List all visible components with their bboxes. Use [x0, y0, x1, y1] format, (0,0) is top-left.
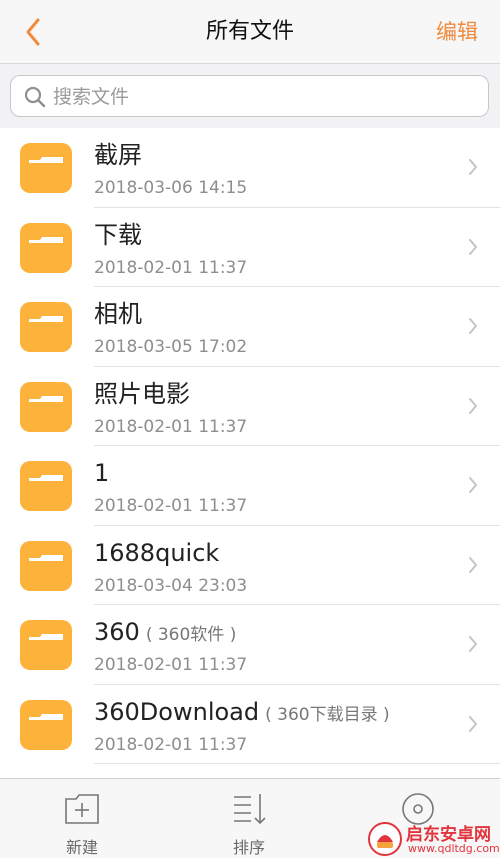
- file-date: 2018-03-06 14:15: [94, 178, 248, 198]
- folder-icon: [20, 461, 72, 511]
- file-row[interactable]: 相机 2018-03-05 17:02: [0, 287, 500, 367]
- sort-label: 排序: [232, 838, 265, 857]
- file-row[interactable]: 360Download( 360下载目录 ) 2018-02-01 11:37: [0, 685, 500, 764]
- folder-icon: [20, 699, 72, 750]
- file-list: 截屏 2018-03-06 14:15 下载 2018-02-01 11:37 相机 20…: [0, 128, 500, 778]
- file-date: 2018-02-01 11:37: [94, 416, 248, 437]
- sort-icon: [234, 794, 266, 825]
- chevron-right-icon: [469, 318, 477, 334]
- chevron-right-icon: [469, 397, 477, 414]
- chevron-right-icon: [469, 556, 477, 573]
- new-folder-icon: [65, 794, 99, 824]
- file-row[interactable]: 360( 360软件 ) 2018-02-01 11:37: [0, 605, 500, 685]
- new-folder-label: 新建: [65, 838, 98, 857]
- folder-icon: [20, 620, 72, 670]
- search-icon: [24, 86, 46, 108]
- folder-icon: [20, 143, 72, 193]
- search-placeholder: 搜索文件: [53, 86, 130, 108]
- search-bar: 搜索文件: [0, 64, 500, 128]
- file-name: 照片电影: [94, 379, 190, 408]
- file-name: 相机: [94, 300, 142, 328]
- file-row-partial[interactable]: [0, 764, 500, 778]
- watermark: 启东安卓网 www.qdltdg.com: [368, 818, 500, 858]
- file-name: 1688quick: [94, 538, 220, 567]
- navigation-bar: 所有文件 编辑: [0, 0, 500, 64]
- file-name: 360: [94, 618, 140, 646]
- file-date: 2018-02-01 11:37: [94, 496, 248, 516]
- page-title: 所有文件: [205, 19, 294, 44]
- file-date: 2018-02-01 11:37: [94, 734, 248, 755]
- watermark-logo-icon: [368, 822, 402, 856]
- folder-icon: [20, 381, 72, 432]
- search-input[interactable]: 搜索文件: [10, 75, 489, 117]
- file-name: 截屏: [94, 141, 142, 169]
- edit-button[interactable]: 编辑: [436, 16, 478, 48]
- file-row[interactable]: 1 2018-02-01 11:37: [0, 446, 500, 526]
- chevron-right-icon: [469, 159, 477, 175]
- new-folder-button[interactable]: 新建: [32, 779, 132, 858]
- chevron-right-icon: [469, 238, 477, 255]
- sort-button[interactable]: 排序: [199, 779, 299, 858]
- chevron-right-icon: [469, 715, 477, 732]
- folder-icon: [20, 222, 72, 273]
- file-date: 2018-02-01 11:37: [94, 655, 248, 675]
- file-name: 下载: [94, 220, 142, 249]
- file-row[interactable]: 截屏 2018-03-06 14:15: [0, 128, 500, 208]
- file-note: ( 360下载目录 ): [265, 704, 390, 725]
- file-name: 1: [94, 459, 110, 487]
- file-date: 2018-02-01 11:37: [94, 257, 248, 278]
- file-date: 2018-03-04 23:03: [94, 575, 248, 596]
- folder-icon: [20, 302, 72, 352]
- file-date: 2018-03-05 17:02: [94, 337, 248, 357]
- file-row[interactable]: 下载 2018-02-01 11:37: [0, 208, 500, 287]
- chevron-right-icon: [469, 636, 477, 652]
- watermark-url: www.qdltdg.com: [408, 842, 500, 855]
- chevron-right-icon: [469, 477, 477, 493]
- file-row[interactable]: 1688quick 2018-03-04 23:03: [0, 526, 500, 605]
- file-row[interactable]: 照片电影 2018-02-01 11:37: [0, 367, 500, 446]
- file-note: ( 360软件 ): [145, 625, 237, 645]
- file-name: 360Download: [94, 697, 260, 726]
- folder-icon: [20, 540, 72, 591]
